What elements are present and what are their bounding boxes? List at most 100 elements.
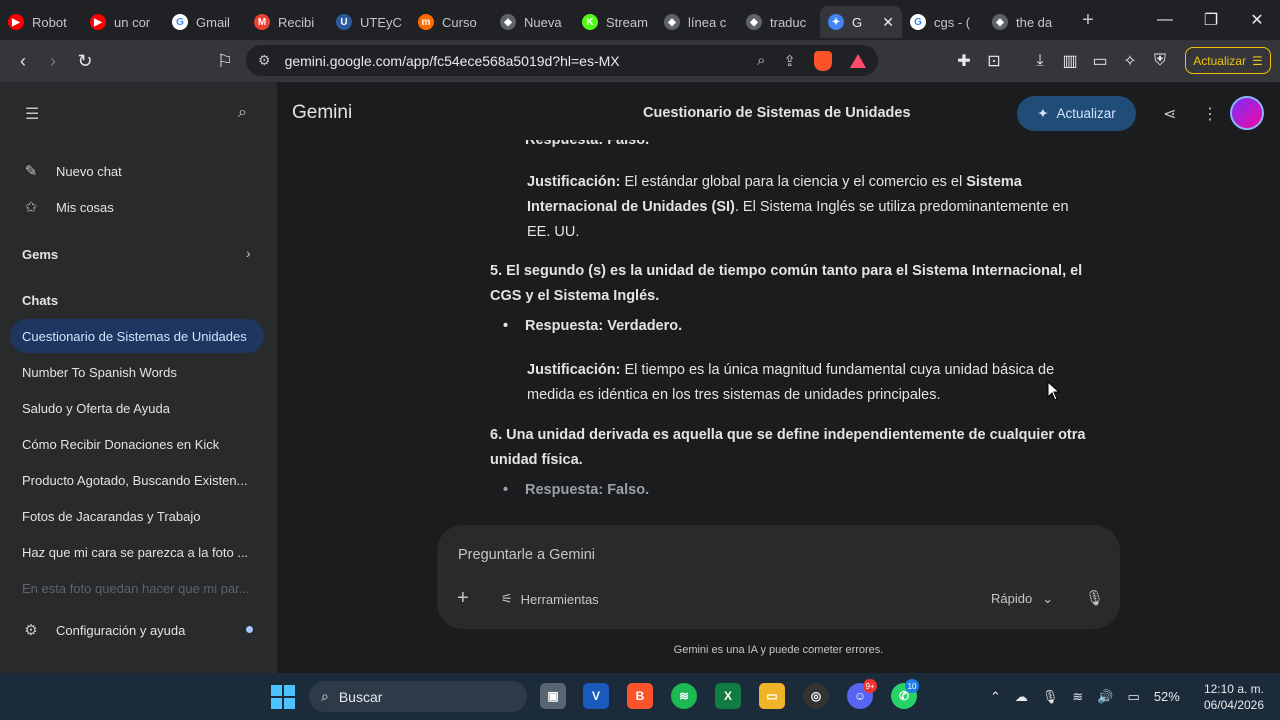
browser-tab[interactable]: Gcgs - ( [902,6,984,38]
model-label: Rápido [991,591,1033,606]
sparkle-icon: ✦ [1037,105,1049,121]
back-icon[interactable]: ‹ [8,46,38,76]
tab-label: Gmail [196,14,230,30]
tab-favicon-icon: ▶ [8,14,24,30]
new-tab-icon[interactable]: + [1072,4,1104,36]
search-icon[interactable]: ⌕ [238,104,247,122]
reload-icon[interactable]: ↻ [70,46,100,76]
answer-5-text: Respuesta: Verdadero. [525,318,683,334]
address-bar[interactable]: ⚙ gemini.google.com/app/fc54ece568a5019d… [246,45,878,76]
prompt-input[interactable]: Preguntarle a Gemini [458,547,595,563]
site-info-icon[interactable]: ⚙ [258,52,271,69]
browser-tab[interactable]: ◆ traduc [738,6,820,38]
leo-ai-icon[interactable]: ✧ [1121,51,1139,71]
spotify-icon[interactable]: ≋ [671,683,697,709]
brave-rewards-icon[interactable] [850,53,866,68]
close-window-icon[interactable]: ✕ [1234,0,1280,40]
chevron-down-icon: ⌄ [1042,591,1054,606]
browser-tab[interactable]: ▶ un cor [82,6,164,38]
visual-studio-icon[interactable]: V [583,683,609,709]
windows-start-icon[interactable] [271,685,295,709]
gems-heading[interactable]: Gems [22,247,58,262]
restore-icon[interactable]: ❐ [1188,0,1234,40]
main-panel: Gemini Cuestionario de Sistemas de Unida… [277,82,1280,673]
browser-tab[interactable]: M Recibi [246,6,328,38]
browser-tab[interactable]: m Curso [410,6,492,38]
tab-label: G [852,14,863,30]
vpn-icon[interactable]: ⛨ [1151,52,1169,70]
browser-tab[interactable]: K Stream [574,6,656,38]
chevron-up-icon[interactable]: ⌃ [990,689,1001,705]
excel-icon[interactable]: X [715,683,741,709]
cloud-icon[interactable]: ☁ [1015,689,1028,705]
browser-update-button[interactable]: Actualizar ☰ [1185,47,1271,74]
tools-button[interactable]: ⚟ Herramientas [501,591,599,607]
justification-4: Justificación: El estándar global para l… [527,170,1087,245]
share-icon[interactable]: ⇪ [783,52,796,70]
wifi-icon[interactable]: ≋ [1072,689,1083,705]
hamburger-menu-icon[interactable]: ☰ [25,104,39,124]
browser-tab[interactable]: ◆ línea c [656,6,738,38]
browser-tab[interactable]: ▶ Robot [0,6,82,38]
sidebar-toggle-icon[interactable]: ▥ [1061,51,1079,71]
sidebar: ☰ ⌕ ✎ Nuevo chat ✩ Mis cosas Gems › Chat… [0,82,277,673]
file-explorer-icon[interactable]: ▭ [759,683,785,709]
browser-tab[interactable]: G Gmail [164,6,246,38]
clock[interactable]: 12:10 a. m. 06/04/2026 [1198,681,1264,713]
browser-tab[interactable]: ◆ the da [984,6,1066,38]
battery-icon[interactable]: ▭ [1128,689,1140,705]
tab-favicon-icon: ◆ [992,14,1008,30]
browser-tab[interactable]: ◆ Nueva [492,6,574,38]
chat-history-item[interactable]: En esta foto quedan hacer que mi par... [10,571,264,605]
chat-history-item[interactable]: Producto Agotado, Buscando Existen... [10,463,264,497]
chevron-right-icon[interactable]: › [246,245,251,261]
taskbar-search-label: Buscar [338,688,383,705]
upgrade-button[interactable]: ✦ Actualizar [1017,96,1136,131]
minimize-icon[interactable]: — [1142,0,1188,40]
bookmark-icon[interactable]: ⚐ [210,46,240,76]
obs-icon[interactable]: ◎ [803,683,829,709]
new-chat-button[interactable]: ✎ Nuevo chat [22,162,122,180]
volume-icon[interactable]: 🔊 [1097,689,1113,705]
gemini-brand[interactable]: Gemini [292,102,352,124]
browser-tab[interactable]: ✦ G ✕ [820,6,902,38]
microphone-icon[interactable]: 🎙 [1085,589,1104,607]
whatsapp-badge: 10 [905,679,919,693]
extensions-icon[interactable]: ✚ [955,51,973,71]
tab-label: Stream [606,14,648,30]
chat-history-item[interactable]: Fotos de Jacarandas y Trabajo [10,499,264,533]
zoom-search-icon[interactable]: ⌕ [757,52,765,69]
microphone-icon[interactable]: 🎙 [1042,689,1059,705]
tab-label: traduc [770,14,807,30]
disclaimer: Gemini es una IA y puede cometer errores… [673,644,884,656]
chat-history-item[interactable]: Cómo Recibir Donaciones en Kick [10,427,264,461]
chat-history-item[interactable]: Haz que mi cara se parezca a la foto ... [10,535,264,569]
avatar[interactable] [1230,96,1264,130]
download-icon[interactable]: ⤓ [1031,52,1049,70]
brave-shields-icon[interactable] [814,50,832,71]
tab-label: un cor [114,14,151,30]
my-stuff-label: Mis cosas [56,199,114,215]
forward-icon[interactable]: › [38,46,68,76]
model-selector[interactable]: Rápido ⌄ [991,591,1053,607]
chat-history-item[interactable]: Cuestionario de Sistemas de Unidades [10,319,264,353]
chat-history-item[interactable]: Saludo y Oferta de Ayuda [10,391,264,425]
settings-help-button[interactable]: ⚙ Configuración y ayuda [22,621,185,639]
more-options-icon[interactable]: ⋮ [1202,104,1218,124]
url-text[interactable]: gemini.google.com/app/fc54ece568a5019d?h… [285,53,620,69]
close-tab-icon[interactable]: ✕ [882,14,894,31]
task-view-icon[interactable]: ▣ [540,683,566,709]
browser-tab[interactable]: U UTEyC [328,6,410,38]
wallet-icon[interactable]: ▭ [1091,51,1109,71]
tab-favicon-icon: ◆ [500,14,516,30]
add-icon[interactable]: + [457,587,469,610]
chat-history-item[interactable]: Number To Spanish Words [10,355,264,389]
brave-browser-icon[interactable]: B [627,683,653,709]
my-stuff-button[interactable]: ✩ Mis cosas [22,198,114,216]
prompt-box[interactable]: Preguntarle a Gemini + ⚟ Herramientas Rá… [437,525,1120,629]
share-conversation-icon[interactable]: ⋖ [1163,104,1176,124]
tab-favicon-icon: ◆ [664,14,680,30]
taskbar-search[interactable]: ⌕ Buscar [309,681,527,712]
browser-tab-bar: ▶ Robot ▶ un cor G Gmail M Recibi U UTEyC m Curso ◆ N… [0,0,1280,40]
screenshot-icon[interactable]: ⊡ [985,51,1003,71]
